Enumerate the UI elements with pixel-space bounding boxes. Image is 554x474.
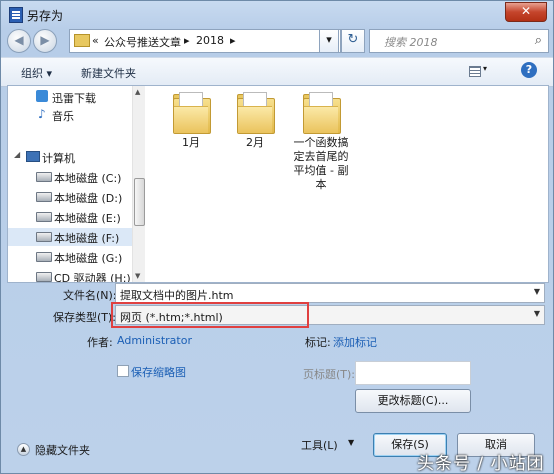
music-icon: ♪ (38, 107, 46, 121)
folder-icon (74, 34, 90, 47)
search-icon[interactable]: ⌕ (535, 33, 542, 48)
chevron-up-icon: ▲ (17, 443, 30, 456)
sidebar-item-label: 本地磁盘 (D:) (54, 192, 123, 205)
back-button[interactable]: ◀ (7, 29, 31, 53)
breadcrumb-item[interactable]: 公众号推送文章 (104, 34, 181, 50)
tools-chevron-down-icon[interactable]: ▼ (348, 438, 354, 447)
drive-icon (36, 172, 52, 182)
drive-icon (36, 232, 52, 242)
drive-icon (36, 192, 52, 202)
sidebar-item-label: CD 驱动器 (H:) (54, 272, 131, 282)
command-toolbar: 组织 ▾ 新建文件夹 ▾ ? (1, 57, 553, 87)
breadcrumb-item[interactable]: 2018 (196, 34, 224, 47)
save-as-dialog: 另存为 ✕ ◀ ▶ « 公众号推送文章 ▸ 2018 ▸ ▾ ↻ 搜索 2018… (0, 0, 554, 474)
sidebar-item-music[interactable]: ♪ 音乐 (8, 106, 132, 124)
search-box[interactable]: 搜索 2018 ⌕ (369, 29, 549, 53)
scroll-up-icon[interactable]: ▲ (135, 88, 140, 96)
expand-arrow-icon[interactable]: ◢ (14, 150, 20, 159)
drive-icon (36, 212, 52, 222)
forward-button[interactable]: ▶ (33, 29, 57, 53)
folder-name: 一个函数搞定去首尾的平均值 - 副本 (293, 136, 349, 191)
sidebar-item-downloads[interactable]: 迅雷下载 (8, 88, 132, 106)
page-title-label: 页标题(T): (303, 368, 356, 381)
search-input[interactable]: 搜索 2018 (384, 34, 438, 50)
sidebar-item-label: 本地磁盘 (G:) (54, 252, 123, 265)
folder-icon (237, 92, 275, 134)
navigation-bar: ◀ ▶ « 公众号推送文章 ▸ 2018 ▸ ▾ ↻ 搜索 2018 ⌕ (1, 27, 553, 55)
navigation-sidebar: 迅雷下载 ♪ 音乐 ◢ 计算机 本地磁盘 (C:) 本地磁盘 (D:) 本地磁盘… (8, 86, 133, 282)
change-title-button[interactable]: 更改标题(C)... (355, 389, 471, 413)
filename-value: 提取文档中的图片.htm (120, 289, 234, 302)
word-app-icon (9, 7, 23, 23)
author-value[interactable]: Administrator (117, 334, 192, 347)
scrollbar-thumb[interactable] (134, 178, 145, 226)
breadcrumb-separator[interactable]: ▸ (230, 34, 236, 47)
breadcrumb-separator[interactable]: ▸ (184, 34, 190, 47)
sidebar-item-label: 迅雷下载 (52, 92, 96, 105)
title-bar: 另存为 ✕ (1, 1, 553, 27)
cd-icon (36, 272, 52, 282)
sidebar-scrollbar[interactable]: ▲ ▼ (132, 86, 145, 282)
help-icon[interactable]: ? (521, 62, 537, 78)
window-title: 另存为 (27, 9, 64, 23)
scroll-down-icon[interactable]: ▼ (135, 272, 140, 280)
add-tags-link[interactable]: 添加标记 (333, 334, 377, 350)
tags-label: 标记: (305, 336, 331, 349)
folder-name: 1月 (182, 136, 200, 149)
drive-icon (36, 252, 52, 262)
page-title-input[interactable] (355, 361, 471, 385)
breadcrumb-overflow[interactable]: « (92, 34, 99, 47)
close-button[interactable]: ✕ (505, 2, 547, 22)
folder-name: 2月 (246, 136, 264, 149)
folder-item-1[interactable]: 1月 (160, 92, 222, 150)
address-bar[interactable]: « 公众号推送文章 ▸ 2018 ▸ (69, 29, 341, 53)
chevron-down-icon[interactable]: ▼ (534, 287, 540, 296)
save-thumbnail-label[interactable]: 保存缩略图 (131, 364, 186, 380)
sidebar-item-drive-e[interactable]: 本地磁盘 (E:) (8, 208, 132, 226)
sidebar-item-drive-c[interactable]: 本地磁盘 (C:) (8, 168, 132, 186)
refresh-icon[interactable]: ↻ (341, 29, 365, 53)
new-folder-button[interactable]: 新建文件夹 (81, 65, 136, 81)
sidebar-item-label: 本地磁盘 (F:) (54, 232, 120, 245)
highlight-annotation (111, 302, 309, 328)
save-type-label: 保存类型(T): (53, 311, 117, 324)
organize-menu-button[interactable]: 组织 ▾ (21, 65, 52, 81)
filename-label: 文件名(N): (63, 289, 117, 302)
sidebar-item-drive-d[interactable]: 本地磁盘 (D:) (8, 188, 132, 206)
folder-icon (173, 92, 211, 134)
sidebar-item-label: 计算机 (42, 152, 75, 165)
folder-item-2[interactable]: 2月 (224, 92, 286, 150)
hide-folders-label: 隐藏文件夹 (35, 444, 90, 457)
chevron-down-icon[interactable]: ▼ (534, 309, 540, 318)
computer-icon (26, 151, 40, 162)
folder-icon (303, 92, 341, 134)
sidebar-item-label: 本地磁盘 (E:) (54, 212, 121, 225)
watermark-text: 头条号 / 小站团 (417, 454, 545, 474)
address-dropdown-button[interactable]: ▾ (319, 29, 339, 53)
author-label: 作者: (87, 336, 113, 349)
download-icon (36, 90, 48, 102)
tools-menu-button[interactable]: 工具(L) (301, 437, 338, 453)
filename-input[interactable]: 提取文档中的图片.htm ▼ (115, 283, 545, 303)
sidebar-item-label: 音乐 (52, 110, 74, 123)
sidebar-item-cd-drive[interactable]: CD 驱动器 (H:) (8, 268, 132, 282)
save-thumbnail-checkbox[interactable] (117, 365, 129, 377)
sidebar-item-computer[interactable]: ◢ 计算机 (8, 148, 132, 166)
view-options-icon[interactable]: ▾ (467, 63, 495, 79)
browser-pane: 迅雷下载 ♪ 音乐 ◢ 计算机 本地磁盘 (C:) 本地磁盘 (D:) 本地磁盘… (7, 85, 549, 283)
sidebar-item-drive-g[interactable]: 本地磁盘 (G:) (8, 248, 132, 266)
sidebar-item-label: 本地磁盘 (C:) (54, 172, 122, 185)
sidebar-item-drive-f[interactable]: 本地磁盘 (F:) (8, 228, 132, 246)
folder-item-3[interactable]: 一个函数搞定去首尾的平均值 - 副本 (290, 92, 352, 192)
